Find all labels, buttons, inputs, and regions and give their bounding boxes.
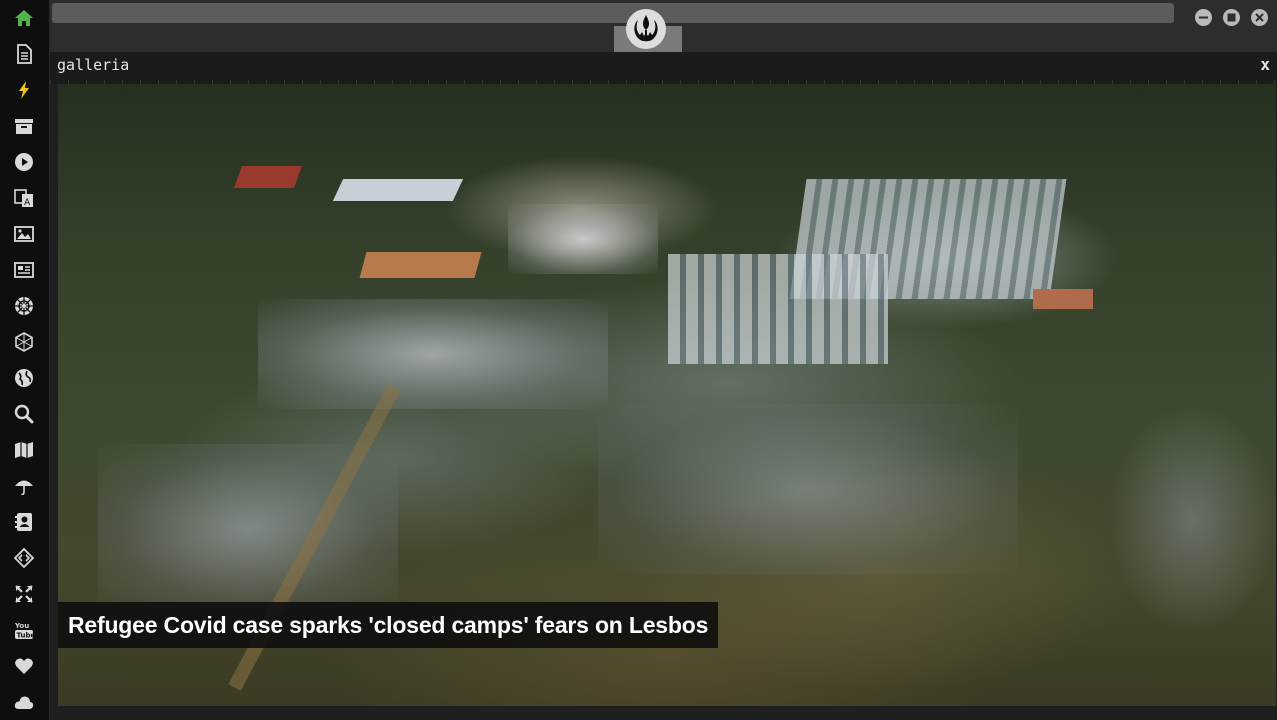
archive-icon[interactable] <box>12 114 36 138</box>
orange-roof-building <box>359 252 482 278</box>
umbrella-icon[interactable] <box>12 474 36 498</box>
photo-caption: Refugee Covid case sparks 'closed camps'… <box>58 602 719 648</box>
panel-title: galleria <box>57 56 130 74</box>
code-icon[interactable] <box>12 546 36 570</box>
panel-close-button[interactable]: x <box>1260 55 1270 74</box>
svg-text:Tube: Tube <box>17 632 35 640</box>
minimize-icon[interactable] <box>1195 9 1212 26</box>
expand-arrows-icon[interactable] <box>12 582 36 606</box>
document-icon[interactable] <box>12 42 36 66</box>
close-icon[interactable] <box>1251 9 1268 26</box>
play-icon[interactable] <box>12 150 36 174</box>
container-camp-block <box>668 254 888 364</box>
gallery-panel-header: galleria x <box>50 52 1277 84</box>
hexagon-icon[interactable] <box>12 330 36 354</box>
title-bar-field[interactable] <box>52 3 1174 23</box>
globe-icon[interactable] <box>12 366 36 390</box>
window-top-bar <box>50 0 1277 52</box>
newspaper-icon[interactable] <box>12 258 36 282</box>
map-icon[interactable] <box>12 438 36 462</box>
tent-cluster <box>1108 404 1276 634</box>
maximize-icon[interactable] <box>1223 9 1240 26</box>
contact-book-icon[interactable] <box>12 510 36 534</box>
white-roof-building <box>332 179 464 201</box>
rebel-alliance-emblem-icon <box>626 9 666 49</box>
tent-cluster <box>598 404 1018 574</box>
heart-icon[interactable] <box>12 654 36 678</box>
home-icon[interactable] <box>12 6 36 30</box>
svg-text:You: You <box>14 622 29 630</box>
cloud-icon[interactable] <box>12 690 36 714</box>
image-icon[interactable] <box>12 222 36 246</box>
icon-sidebar: A You Tube <box>0 0 50 720</box>
brown-roof-building <box>1033 289 1093 309</box>
translate-icon[interactable]: A <box>12 186 36 210</box>
tent-cluster <box>258 299 608 409</box>
youtube-icon[interactable]: You Tube <box>12 618 36 642</box>
search-icon[interactable] <box>12 402 36 426</box>
red-roof-building <box>233 166 303 188</box>
svg-text:A: A <box>24 198 31 208</box>
lightning-icon[interactable] <box>12 78 36 102</box>
tent-cluster <box>508 204 658 274</box>
galactic-empire-icon[interactable] <box>12 294 36 318</box>
